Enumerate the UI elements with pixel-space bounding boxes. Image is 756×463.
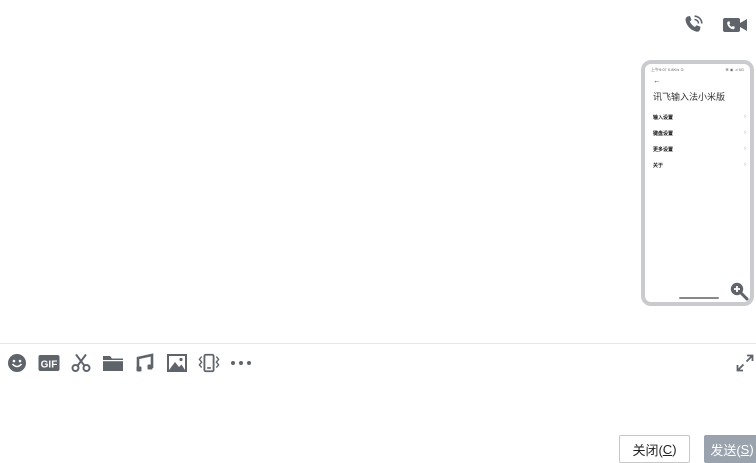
status-right: ✻ ◉ .ıl 5G bbox=[725, 67, 744, 72]
voice-call-button[interactable] bbox=[680, 12, 706, 38]
call-actions bbox=[680, 12, 748, 38]
menu-item-input-settings: 输入设置 › bbox=[653, 109, 746, 125]
image-button[interactable] bbox=[166, 350, 188, 376]
close-shortcut-key: C bbox=[662, 441, 673, 457]
send-shortcut-key: S bbox=[740, 441, 750, 457]
menu-item-label: 更多设置 bbox=[653, 146, 674, 153]
file-button[interactable] bbox=[102, 350, 124, 376]
settings-menu: 输入设置 › 键盘设置 › 更多设置 › 关于 › bbox=[653, 109, 746, 173]
chevron-right-icon: › bbox=[744, 146, 746, 152]
divider bbox=[0, 343, 756, 344]
menu-item-label: 输入设置 bbox=[653, 114, 674, 121]
phone-status-bar: 上午9:07 0.8K/s ⊙ ✻ ◉ .ıl 5G bbox=[645, 64, 750, 73]
music-icon bbox=[136, 353, 154, 372]
screenshot-thumbnail[interactable]: 上午9:07 0.8K/s ⊙ ✻ ◉ .ıl 5G ← 讯飞输入法小米版 输入… bbox=[641, 60, 754, 306]
shake-icon bbox=[198, 353, 220, 373]
back-arrow-icon: ← bbox=[653, 76, 661, 85]
status-left: 上午9:07 0.8K/s ⊙ bbox=[651, 67, 684, 72]
more-button[interactable] bbox=[230, 350, 252, 376]
close-button[interactable]: 关闭(C) bbox=[619, 435, 690, 463]
chevron-right-icon: › bbox=[744, 114, 746, 120]
home-indicator bbox=[679, 297, 719, 299]
send-button[interactable]: 发送(S) bbox=[704, 435, 756, 463]
zoom-in-button[interactable] bbox=[729, 281, 749, 301]
video-call-button[interactable] bbox=[722, 12, 748, 38]
chevron-right-icon: › bbox=[744, 162, 746, 168]
close-button-label: 关闭( bbox=[632, 442, 663, 458]
emoji-icon bbox=[8, 354, 26, 372]
send-button-label: 发送( bbox=[710, 442, 741, 458]
expand-icon bbox=[736, 354, 754, 372]
more-icon bbox=[231, 361, 251, 365]
phone-call-icon bbox=[685, 15, 703, 32]
folder-icon bbox=[103, 356, 123, 371]
menu-item-label: 键盘设置 bbox=[653, 130, 674, 137]
menu-item-about: 关于 › bbox=[653, 157, 746, 173]
zoom-in-icon bbox=[730, 282, 749, 301]
expand-button[interactable] bbox=[734, 352, 756, 374]
video-camera-icon bbox=[723, 18, 747, 32]
scissors-icon bbox=[71, 353, 91, 372]
chat-toolbar: GIF bbox=[6, 350, 262, 376]
send-button-label-end: ) bbox=[749, 441, 754, 457]
screenshot-title: 讯飞输入法小米版 bbox=[653, 92, 726, 102]
gif-icon: GIF bbox=[38, 355, 60, 371]
image-icon bbox=[167, 354, 187, 372]
menu-item-keyboard-settings: 键盘设置 › bbox=[653, 125, 746, 141]
screenshot-button[interactable] bbox=[70, 350, 92, 376]
close-button-label-end: ) bbox=[672, 441, 677, 457]
emoji-button[interactable] bbox=[6, 350, 28, 376]
gif-label: GIF bbox=[41, 360, 58, 371]
gif-button[interactable]: GIF bbox=[38, 350, 60, 376]
menu-item-label: 关于 bbox=[653, 162, 664, 169]
chevron-right-icon: › bbox=[744, 130, 746, 136]
shake-button[interactable] bbox=[198, 350, 220, 376]
music-button[interactable] bbox=[134, 350, 156, 376]
menu-item-more-settings: 更多设置 › bbox=[653, 141, 746, 157]
